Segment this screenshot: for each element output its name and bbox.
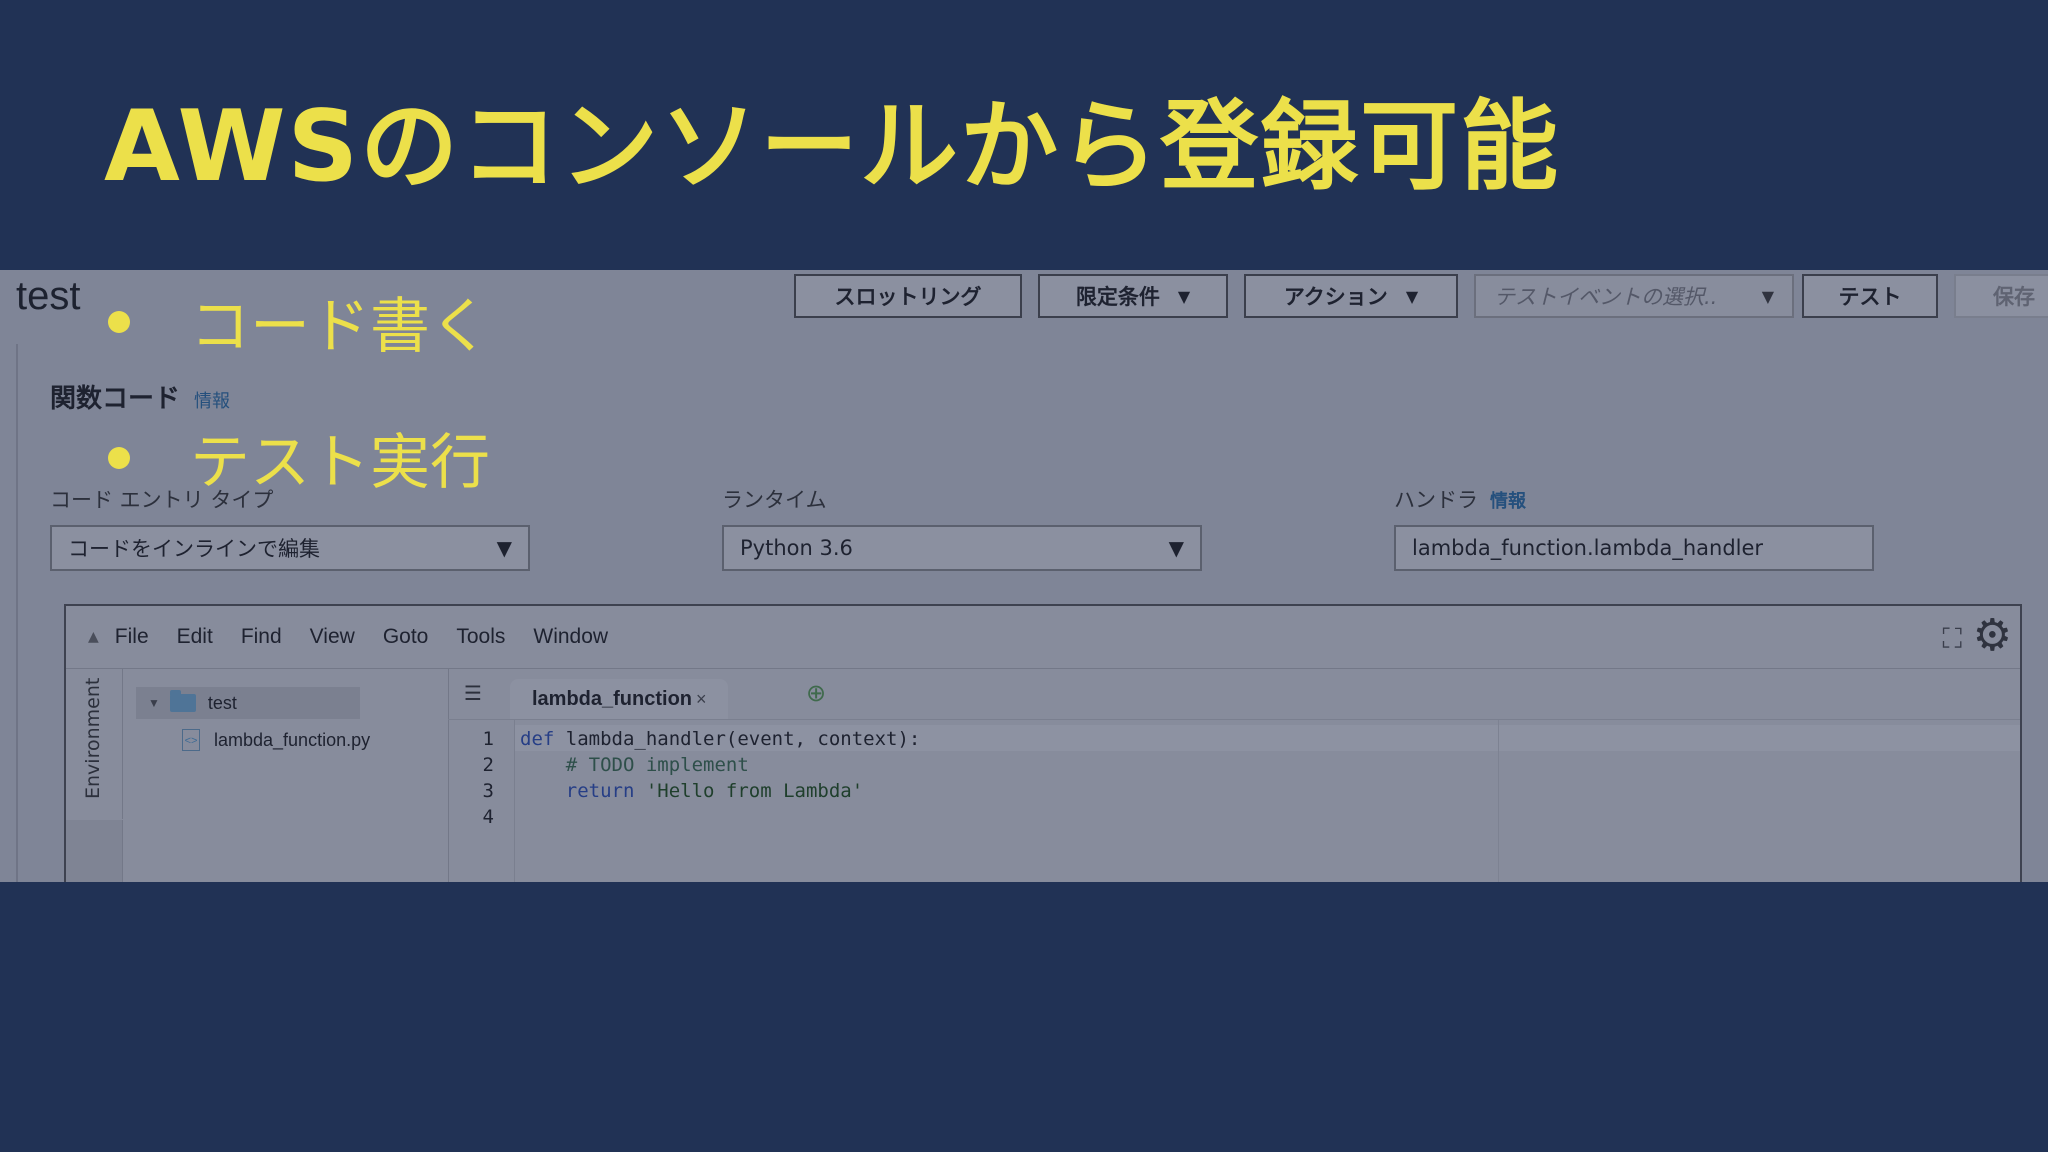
function-code-heading: 関数コード 情報	[50, 378, 230, 415]
code-entry-type-select[interactable]: コードをインラインで編集 ▼	[50, 525, 530, 571]
handler-input[interactable]: lambda_function.lambda_handler	[1394, 525, 1874, 571]
tree-file-label: lambda_function.py	[214, 729, 371, 750]
ide-menubar: ▲ File Edit Find View Goto Tools Window	[66, 606, 2020, 669]
menu-find[interactable]: Find	[241, 625, 282, 649]
runtime-select[interactable]: Python 3.6 ▼	[722, 525, 1202, 571]
bullet-run-test: テスト実行	[108, 414, 490, 501]
handler-label: ハンドラ	[1394, 488, 1478, 512]
handler-value: lambda_function.lambda_handler	[1412, 536, 1764, 560]
collapse-up-icon[interactable]: ▲	[88, 629, 99, 645]
close-tab-icon[interactable]: ×	[696, 689, 707, 710]
caret-down-icon: ▼	[1168, 536, 1184, 560]
code-line-3: return 'Hello from Lambda'	[520, 780, 863, 802]
environment-label: Environment	[82, 677, 104, 799]
code-line-2: # TODO implement	[520, 754, 749, 776]
throttle-label: スロットリング	[834, 285, 982, 309]
test-event-select[interactable]: テストイベントの選択.. ▼	[1474, 274, 1794, 318]
function-name: test	[16, 274, 81, 318]
line-number: 1	[482, 728, 494, 750]
line-number-gutter: 1 2 3 4	[448, 720, 515, 882]
bullet-dot	[108, 310, 130, 333]
function-code-title: 関数コード	[50, 384, 181, 414]
environment-tab[interactable]: Environment	[66, 669, 123, 819]
code-entry-type-value: コードをインラインで編集	[68, 537, 320, 561]
editor-tabbar: ☰ lambda_function × ⊕	[448, 669, 2020, 720]
menu-goto[interactable]: Goto	[383, 625, 429, 649]
code-keyword-def: def	[520, 728, 555, 750]
add-tab-icon[interactable]: ⊕	[806, 679, 826, 707]
code-keyword-return: return	[565, 780, 635, 802]
bullet-text: テスト実行	[190, 428, 490, 498]
test-button[interactable]: テスト	[1802, 274, 1938, 318]
tree-file-lambda-function[interactable]: <> lambda_function.py	[182, 729, 370, 751]
handler-info-link[interactable]: 情報	[1490, 491, 1526, 512]
caret-down-icon: ▼	[1177, 286, 1191, 306]
info-link[interactable]: 情報	[194, 391, 230, 412]
slide-title: AWSのコンソールから登録可能	[104, 90, 1561, 204]
caret-down-icon: ▼	[496, 536, 512, 560]
menu-view[interactable]: View	[310, 625, 355, 649]
tab-lambda-function[interactable]: lambda_function ×	[510, 679, 728, 719]
runtime-value: Python 3.6	[740, 536, 853, 560]
save-label: 保存	[1993, 285, 2035, 309]
menu-edit[interactable]: Edit	[177, 625, 213, 649]
actions-button[interactable]: アクション ▼	[1244, 274, 1458, 318]
tab-label: lambda_function	[532, 687, 693, 710]
python-file-icon: <>	[182, 729, 200, 751]
bullet-text: コード書く	[190, 292, 490, 362]
bullet-dot	[108, 446, 130, 469]
bullet-write-code: コード書く	[108, 278, 490, 365]
line-number: 2	[482, 754, 494, 776]
panel-border	[16, 344, 18, 882]
environment-panel-footer	[66, 820, 123, 882]
menu-window[interactable]: Window	[533, 625, 608, 649]
gear-icon[interactable]: ⚙	[1973, 612, 2012, 660]
tree-folder-label: test	[207, 692, 237, 713]
line-number: 4	[482, 806, 494, 828]
throttle-button[interactable]: スロットリング	[794, 274, 1022, 318]
print-margin	[1498, 720, 1499, 882]
fullscreen-icon[interactable]: ⛶	[1942, 622, 1962, 656]
qualifiers-label: 限定条件	[1075, 285, 1160, 309]
code-text: lambda_handler(event, context):	[554, 728, 921, 750]
caret-down-icon: ▼	[1761, 286, 1774, 306]
test-label: テスト	[1838, 285, 1902, 309]
code-editor-ide: ▲ File Edit Find View Goto Tools Window …	[64, 604, 2022, 882]
line-number: 3	[482, 780, 494, 802]
code-line-1: def lambda_handler(event, context):	[520, 728, 920, 750]
qualifiers-button[interactable]: 限定条件 ▼	[1038, 274, 1228, 318]
folder-icon	[169, 690, 196, 712]
handler-label-group: ハンドラ 情報	[1394, 484, 1526, 514]
code-string: 'Hello from Lambda'	[634, 780, 864, 802]
actions-label: アクション	[1283, 285, 1388, 309]
expand-triangle-icon[interactable]: ▼	[148, 696, 160, 710]
save-button[interactable]: 保存	[1954, 274, 2048, 318]
tree-folder-test[interactable]: ▼ test	[136, 687, 360, 719]
tabs-menu-icon[interactable]: ☰	[464, 681, 482, 705]
editor-pane[interactable]: ☰ lambda_function × ⊕ 1 2 3 4 def lambda…	[448, 669, 2020, 882]
caret-down-icon: ▼	[1405, 286, 1419, 306]
test-event-placeholder: テストイベントの選択..	[1494, 285, 1718, 309]
menu-file[interactable]: File	[115, 625, 149, 649]
menu-tools[interactable]: Tools	[456, 625, 505, 649]
runtime-label: ランタイム	[722, 488, 827, 512]
file-tree: ▼ test <> lambda_function.py	[122, 669, 449, 882]
